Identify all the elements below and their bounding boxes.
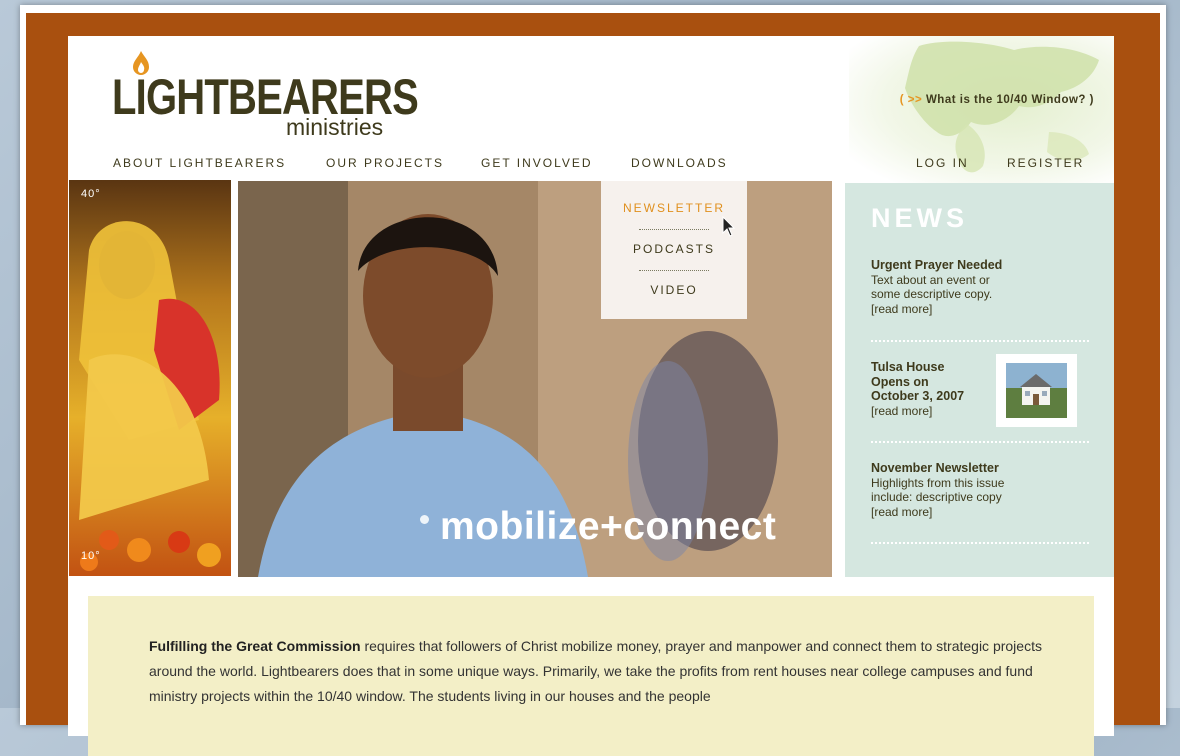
main-nav: ABOUT LIGHTBEARERS OUR PROJECTS GET INVO… bbox=[68, 156, 1114, 180]
read-more-link[interactable]: [read more] bbox=[871, 302, 1031, 317]
dropdown-divider bbox=[639, 270, 709, 271]
dropdown-newsletter[interactable]: NEWSLETTER bbox=[601, 201, 747, 215]
news-heading: NEWS bbox=[871, 203, 968, 233]
woman-photo-image bbox=[79, 221, 221, 571]
news-item-title[interactable]: November Newsletter bbox=[871, 461, 1031, 476]
nav-about[interactable]: ABOUT LIGHTBEARERS bbox=[113, 156, 286, 170]
intro-paragraph: Fulfilling the Great Commission requires… bbox=[149, 634, 1049, 709]
nav-get-involved[interactable]: GET INVOLVED bbox=[481, 156, 593, 170]
page: LIGHTBEARERS ministries ( >> What is the… bbox=[68, 36, 1114, 756]
nav-projects[interactable]: OUR PROJECTS bbox=[326, 156, 444, 170]
woman-photo: 40° 10° bbox=[69, 180, 231, 576]
news-divider bbox=[871, 441, 1089, 443]
news-divider bbox=[871, 542, 1089, 544]
news-item-title[interactable]: Urgent Prayer Needed bbox=[871, 258, 1031, 273]
news-thumbnail[interactable] bbox=[996, 354, 1077, 427]
news-item: Urgent Prayer Needed Text about an event… bbox=[871, 258, 1031, 316]
latitude-bottom-label: 10° bbox=[81, 550, 101, 562]
news-item-text: some descriptive copy. bbox=[871, 287, 993, 301]
news-item: November Newsletter Highlights from this… bbox=[871, 461, 1031, 519]
house-photo bbox=[1006, 363, 1067, 418]
news-panel: NEWS Urgent Prayer Needed Text about an … bbox=[845, 183, 1114, 577]
dropdown-video[interactable]: VIDEO bbox=[601, 283, 747, 297]
news-item-text: include: descriptive copy bbox=[871, 490, 1002, 504]
news-divider bbox=[871, 340, 1089, 342]
dropdown-divider bbox=[639, 229, 709, 230]
link-prefix: ( >> bbox=[899, 94, 923, 106]
nav-register[interactable]: REGISTER bbox=[1007, 156, 1084, 170]
intro-section: Fulfilling the Great Commission requires… bbox=[88, 596, 1094, 756]
dropdown-podcasts[interactable]: PODCASTS bbox=[601, 242, 747, 256]
hero-tagline: mobilize+connect bbox=[440, 505, 777, 548]
tagline-bullet-icon bbox=[420, 515, 429, 524]
mouse-cursor-icon bbox=[722, 216, 736, 237]
logo[interactable]: LIGHTBEARERS ministries bbox=[112, 50, 419, 140]
house-icon bbox=[1006, 363, 1067, 418]
downloads-dropdown-menu: NEWSLETTER PODCASTS VIDEO bbox=[601, 181, 747, 319]
link-suffix: ) bbox=[1089, 94, 1094, 106]
latitude-top-label: 40° bbox=[81, 188, 101, 200]
intro-lead: Fulfilling the Great Commission bbox=[149, 638, 361, 654]
logo-subtitle: ministries bbox=[286, 114, 384, 140]
nav-downloads[interactable]: DOWNLOADS bbox=[631, 156, 728, 170]
news-item-text: Text about an event or bbox=[871, 272, 990, 287]
read-more-link[interactable]: [read more] bbox=[871, 505, 1031, 520]
news-item-text: Highlights from this issue bbox=[871, 475, 1005, 490]
link-label: What is the 10/40 Window? bbox=[925, 94, 1086, 106]
nav-login[interactable]: LOG IN bbox=[916, 156, 969, 170]
what-is-1040-window-link[interactable]: ( >> What is the 10/40 Window? ) bbox=[900, 94, 1094, 106]
